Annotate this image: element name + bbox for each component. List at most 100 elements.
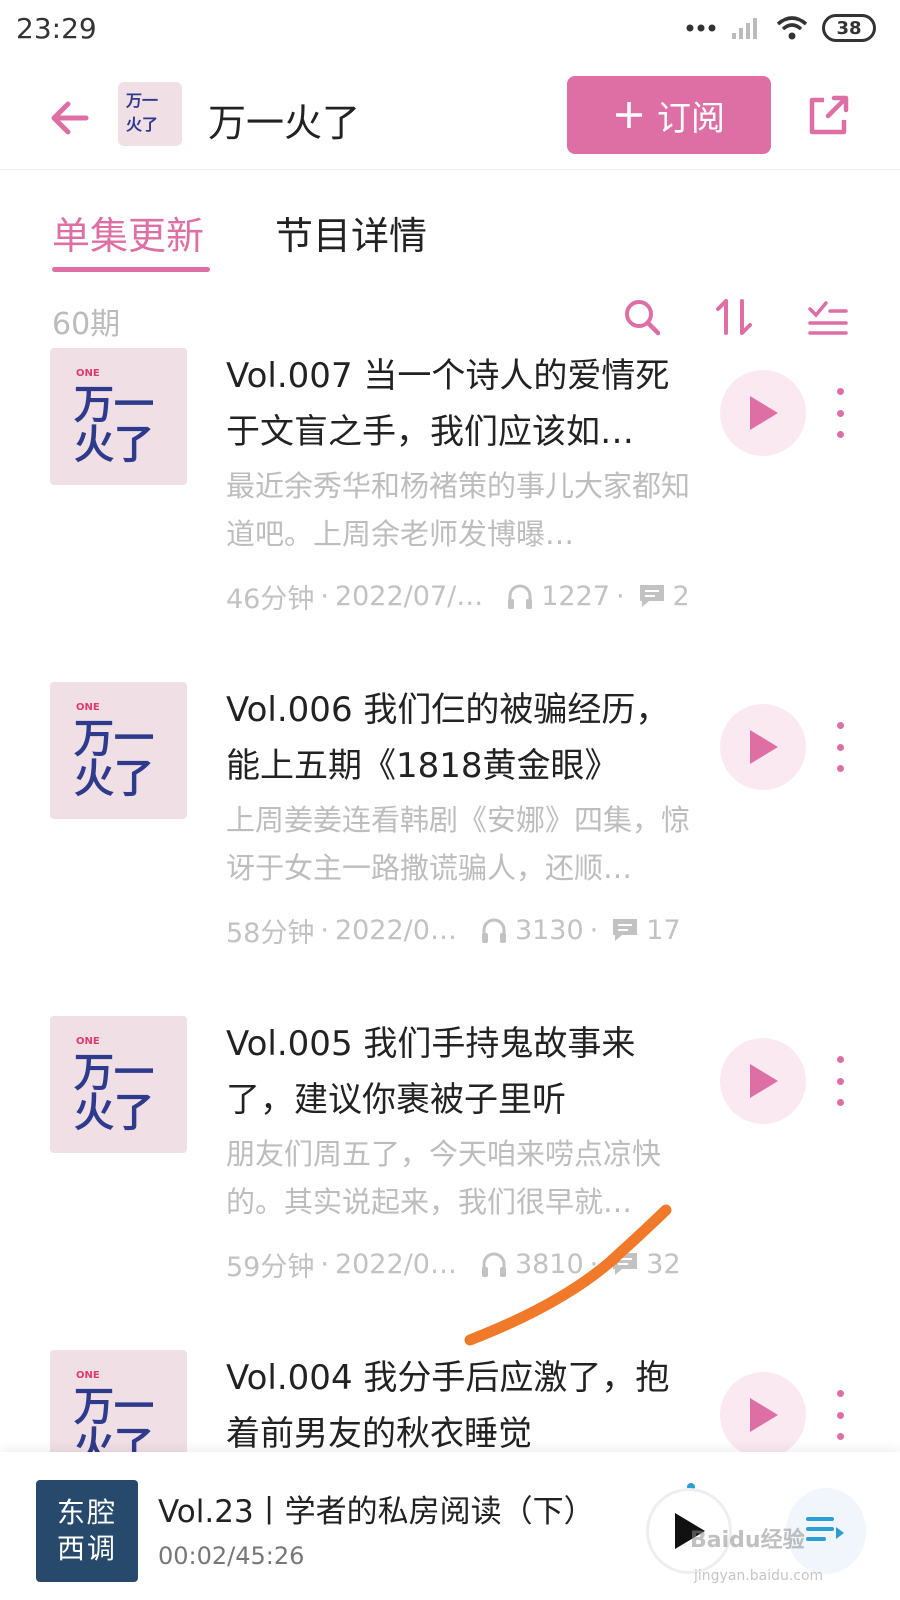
episode-date: 2022/0… bbox=[334, 1248, 457, 1280]
play-icon bbox=[750, 730, 778, 764]
sort-icon[interactable] bbox=[712, 295, 756, 339]
comment-icon bbox=[639, 585, 664, 607]
podcast-logo: 万一 火了 bbox=[125, 91, 158, 134]
episode-title: Vol.006 我们仨的被骗经历，能上五期《1818黄金眼》 bbox=[226, 690, 670, 786]
header-bar: 万一 火了 万一火了 订阅 bbox=[0, 70, 900, 170]
episode-comments: 2 bbox=[672, 580, 690, 612]
player-track-title: Vol.23丨学者的私房阅读（下） bbox=[158, 1494, 595, 1530]
episode-comments: 17 bbox=[646, 914, 681, 946]
episode-item[interactable]: ONE 万一 火了 Vol.004 我分手后应激了，抱着前男友的秋衣睡觉 bbox=[0, 1350, 900, 1452]
episode-title: Vol.004 我分手后应激了，抱着前男友的秋衣睡觉 bbox=[226, 1358, 670, 1452]
episode-duration: 46分钟 bbox=[226, 583, 315, 615]
battery-indicator: 38 bbox=[822, 14, 876, 42]
svg-text:火了: 火了 bbox=[74, 422, 154, 468]
app-screen: 23:29 38 万一 火了 万一火了 订阅 单集更新 节目详情 60期 ONE… bbox=[0, 0, 900, 1600]
more-options-icon[interactable] bbox=[830, 722, 850, 772]
svg-text:火了: 火了 bbox=[74, 756, 154, 802]
playlist-icon bbox=[806, 1517, 844, 1541]
player-cover: 东腔 西调 bbox=[36, 1480, 138, 1582]
svg-text:ONE: ONE bbox=[76, 702, 100, 713]
episode-date: 2022/07/… bbox=[334, 580, 484, 612]
podcast-thumbnail: 万一 火了 bbox=[118, 82, 182, 146]
podcast-logo: ONE 万一 火了 bbox=[74, 1036, 154, 1136]
dots-icon bbox=[686, 24, 716, 32]
play-icon bbox=[750, 396, 778, 430]
podcast-logo: ONE 万一 火了 bbox=[74, 702, 154, 802]
tab-details[interactable]: 节目详情 bbox=[275, 205, 427, 260]
meta-separator: · bbox=[320, 1248, 329, 1280]
episode-title: Vol.005 我们手持鬼故事来了，建议你裹被子里听 bbox=[226, 1024, 636, 1120]
headphones-icon bbox=[481, 918, 506, 943]
meta-separator: · bbox=[615, 580, 625, 612]
watermark-sub: jingyan.baidu.com bbox=[694, 1568, 824, 1584]
more-options-icon[interactable] bbox=[830, 388, 850, 438]
svg-text:ONE: ONE bbox=[76, 1036, 100, 1047]
svg-text:万一: 万一 bbox=[125, 91, 158, 110]
watermark: Baidu经验 bbox=[690, 1528, 805, 1553]
share-icon[interactable] bbox=[804, 92, 852, 140]
more-options-icon[interactable] bbox=[830, 1056, 850, 1106]
svg-text:火了: 火了 bbox=[126, 115, 158, 134]
comment-icon bbox=[613, 1253, 638, 1275]
meta-separator: · bbox=[589, 914, 599, 946]
episode-thumbnail: ONE 万一 火了 bbox=[50, 348, 187, 485]
episode-duration: 59分钟 bbox=[226, 1251, 315, 1283]
player-cover-line1: 东腔 bbox=[56, 1496, 117, 1529]
episode-meta: 58分钟 · 2022/0… 3130 · 17 bbox=[226, 910, 696, 950]
play-icon bbox=[750, 1064, 778, 1098]
player-track-time: 00:02/45:26 bbox=[158, 1542, 305, 1570]
episode-plays: 3810 bbox=[514, 1248, 584, 1280]
episode-plays: 3130 bbox=[514, 914, 584, 946]
episode-duration: 58分钟 bbox=[226, 917, 315, 949]
play-icon bbox=[750, 1398, 778, 1432]
tab-bar: 单集更新 节目详情 bbox=[0, 205, 900, 275]
episode-play-button[interactable] bbox=[720, 370, 806, 456]
episode-item[interactable]: ONE 万一 火了 Vol.006 我们仨的被骗经历，能上五期《1818黄金眼》… bbox=[0, 682, 900, 1022]
cellular-signal-icon bbox=[732, 18, 757, 39]
episode-description: 最近余秀华和杨褚策的事儿大家都知道吧。上周余老师发博曝… bbox=[226, 469, 691, 551]
svg-text:ONE: ONE bbox=[76, 1370, 100, 1381]
headphones-icon bbox=[481, 1252, 506, 1277]
status-icons: 38 bbox=[686, 14, 876, 42]
episode-thumbnail: ONE 万一 火了 bbox=[50, 1016, 187, 1153]
episode-plays: 1227 bbox=[541, 580, 610, 612]
episode-description: 朋友们周五了，今天咱来唠点凉快的。其实说起来，我们很早就… bbox=[226, 1137, 662, 1219]
svg-text:火了: 火了 bbox=[74, 1424, 154, 1452]
episode-description: 上周姜姜连看韩剧《安娜》四集，惊讶于女主一路撒谎骗人，还顺… bbox=[226, 803, 691, 885]
episode-meta: 59分钟 · 2022/0… 3810 · 32 bbox=[226, 1244, 696, 1284]
back-arrow-icon[interactable] bbox=[46, 92, 98, 144]
player-cover-line2: 西调 bbox=[56, 1532, 117, 1565]
episode-count: 60期 bbox=[52, 307, 121, 342]
comment-icon bbox=[613, 919, 638, 941]
episode-thumbnail: ONE 万一 火了 bbox=[50, 1350, 187, 1452]
podcast-title: 万一火了 bbox=[208, 101, 361, 145]
headphones-icon bbox=[508, 584, 533, 609]
episode-comments: 32 bbox=[646, 1248, 681, 1280]
batch-select-icon[interactable] bbox=[806, 295, 850, 339]
svg-text:ONE: ONE bbox=[76, 368, 100, 379]
podcast-logo: ONE 万一 火了 bbox=[74, 1370, 154, 1452]
episode-meta: 46分钟 · 2022/07/… 1227 · 2 bbox=[226, 576, 696, 616]
meta-separator: · bbox=[320, 580, 329, 612]
mini-player[interactable]: 东腔 西调 Vol.23丨学者的私房阅读（下） 00:02/45:26 Baid… bbox=[0, 1452, 900, 1600]
wifi-icon bbox=[776, 16, 808, 40]
episode-thumbnail: ONE 万一 火了 bbox=[50, 682, 187, 819]
tab-episodes[interactable]: 单集更新 bbox=[52, 205, 204, 260]
subscribe-button[interactable]: 订阅 bbox=[567, 76, 771, 154]
episode-play-button[interactable] bbox=[720, 1372, 806, 1452]
episode-title: Vol.007 当一个诗人的爱情死于文盲之手，我们应该如… bbox=[226, 356, 670, 452]
status-bar: 23:29 38 bbox=[0, 0, 900, 62]
episode-item[interactable]: ONE 万一 火了 Vol.005 我们手持鬼故事来了，建议你裹被子里听 朋友们… bbox=[0, 1016, 900, 1356]
podcast-logo: ONE 万一 火了 bbox=[74, 368, 154, 468]
episode-play-button[interactable] bbox=[720, 1038, 806, 1124]
tab-active-indicator bbox=[52, 267, 210, 272]
search-icon[interactable] bbox=[620, 295, 664, 339]
episode-item[interactable]: ONE 万一 火了 Vol.007 当一个诗人的爱情死于文盲之手，我们应该如… … bbox=[0, 348, 900, 688]
more-options-icon[interactable] bbox=[830, 1390, 850, 1440]
subscribe-label: 订阅 bbox=[657, 98, 725, 139]
plus-icon bbox=[616, 102, 642, 128]
svg-text:火了: 火了 bbox=[74, 1090, 154, 1136]
episode-date: 2022/0… bbox=[334, 914, 457, 946]
meta-separator: · bbox=[320, 914, 329, 946]
episode-play-button[interactable] bbox=[720, 704, 806, 790]
